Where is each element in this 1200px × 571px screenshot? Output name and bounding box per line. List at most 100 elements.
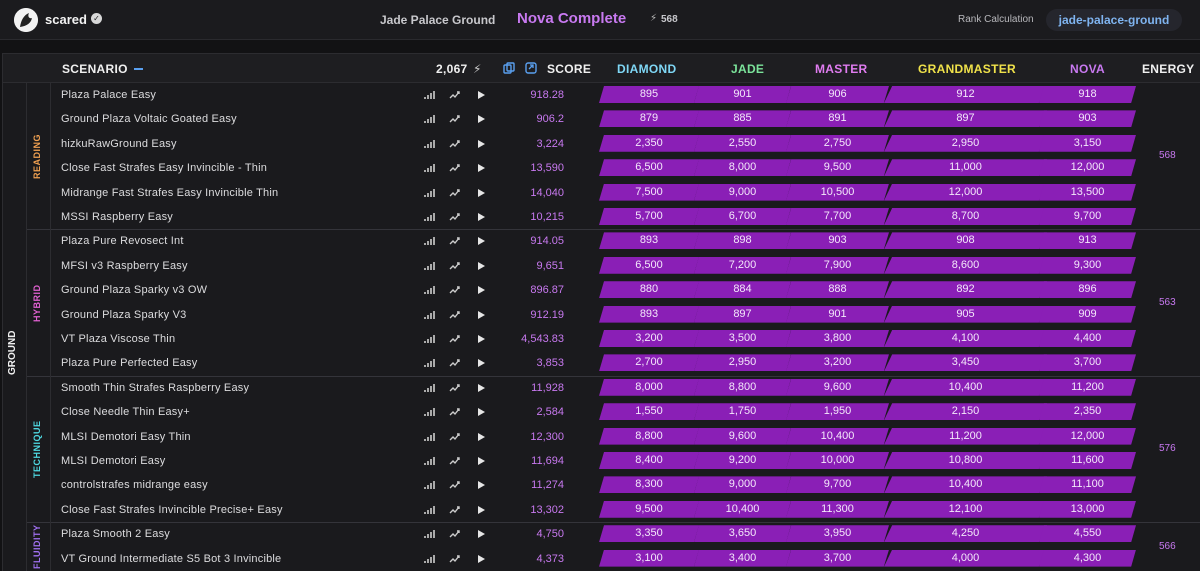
export-icon[interactable] [525, 62, 537, 74]
play-icon[interactable] [475, 162, 487, 174]
table-row[interactable]: Smooth Thin Strafes Raspberry Easy 11,928… [51, 376, 1151, 400]
signal-bars-icon[interactable] [423, 357, 435, 369]
signal-bars-icon[interactable] [423, 162, 435, 174]
trend-up-icon[interactable] [449, 431, 461, 443]
play-icon[interactable] [475, 260, 487, 272]
scenario-name[interactable]: Ground Plaza Voltaic Goated Easy [61, 113, 237, 125]
table-row[interactable]: Plaza Pure Perfected Easy 3,853 2,700 2,950… [51, 351, 1151, 375]
play-icon[interactable] [475, 235, 487, 247]
trend-up-icon[interactable] [449, 333, 461, 345]
trend-up-icon[interactable] [449, 528, 461, 540]
table-row[interactable]: Ground Plaza Sparky V3 912.19 893 897 901 905… [51, 303, 1151, 327]
play-icon[interactable] [475, 431, 487, 443]
table-row[interactable]: MLSI Demotori Easy Thin 12,300 8,800 9,600 1… [51, 425, 1151, 449]
play-icon[interactable] [475, 333, 487, 345]
signal-bars-icon[interactable] [423, 284, 435, 296]
table-row[interactable]: hizkuRawGround Easy 3,224 2,350 2,550 2,750 2… [51, 132, 1151, 156]
scenario-name[interactable]: VT Ground Intermediate S5 Bot 3 Invincib… [61, 553, 281, 565]
play-icon[interactable] [475, 89, 487, 101]
scenario-name[interactable]: Plaza Smooth 2 Easy [61, 528, 170, 540]
table-row[interactable]: Ground Plaza Sparky v3 OW 896.87 880 884 888… [51, 278, 1151, 302]
scenario-name[interactable]: MLSI Demotori Easy Thin [61, 431, 191, 443]
signal-bars-icon[interactable] [423, 138, 435, 150]
signal-bars-icon[interactable] [423, 211, 435, 223]
trend-up-icon[interactable] [449, 504, 461, 516]
table-row[interactable]: Midrange Fast Strafes Easy Invincible Th… [51, 181, 1151, 205]
trend-up-icon[interactable] [449, 162, 461, 174]
scenario-name[interactable]: Close Needle Thin Easy+ [61, 406, 190, 418]
signal-bars-icon[interactable] [423, 528, 435, 540]
signal-bars-icon[interactable] [423, 504, 435, 516]
scenario-name[interactable]: Plaza Pure Perfected Easy [61, 357, 197, 369]
trend-up-icon[interactable] [449, 211, 461, 223]
table-row[interactable]: VT Plaza Viscose Thin 4,543.83 3,200 3,500 3… [51, 327, 1151, 351]
play-icon[interactable] [475, 113, 487, 125]
trend-up-icon[interactable] [449, 235, 461, 247]
trend-up-icon[interactable] [449, 260, 461, 272]
table-row[interactable]: Plaza Palace Easy 918.28 895 901 906 912 918 [51, 83, 1151, 107]
trend-up-icon[interactable] [449, 479, 461, 491]
scenario-name[interactable]: Smooth Thin Strafes Raspberry Easy [61, 382, 249, 394]
trend-up-icon[interactable] [449, 382, 461, 394]
play-icon[interactable] [475, 382, 487, 394]
scenario-name[interactable]: Ground Plaza Sparky V3 [61, 309, 186, 321]
trend-up-icon[interactable] [449, 553, 461, 565]
signal-bars-icon[interactable] [423, 553, 435, 565]
scenario-name[interactable]: MLSI Demotori Easy [61, 455, 165, 467]
table-row[interactable]: Plaza Smooth 2 Easy 4,750 3,350 3,650 3,950 4… [51, 522, 1151, 546]
scenario-name[interactable]: Ground Plaza Sparky v3 OW [61, 284, 207, 296]
table-row[interactable]: MFSI v3 Raspberry Easy 9,651 6,500 7,200 7,9… [51, 254, 1151, 278]
scenario-name[interactable]: Midrange Fast Strafes Easy Invincible Th… [61, 187, 278, 199]
play-icon[interactable] [475, 528, 487, 540]
play-icon[interactable] [475, 187, 487, 199]
trend-up-icon[interactable] [449, 187, 461, 199]
scenario-name[interactable]: Close Fast Strafes Easy Invincible - Thi… [61, 162, 267, 174]
signal-bars-icon[interactable] [423, 89, 435, 101]
table-row[interactable]: MLSI Demotori Easy 11,694 8,400 9,200 10,000… [51, 449, 1151, 473]
play-icon[interactable] [475, 309, 487, 321]
signal-bars-icon[interactable] [423, 309, 435, 321]
trend-up-icon[interactable] [449, 113, 461, 125]
table-row[interactable]: Ground Plaza Voltaic Goated Easy 906.2 879… [51, 107, 1151, 131]
trend-up-icon[interactable] [449, 284, 461, 296]
table-row[interactable]: VT Ground Intermediate S5 Bot 3 Invincib… [51, 547, 1151, 571]
collapse-minus-icon[interactable] [134, 68, 143, 70]
signal-bars-icon[interactable] [423, 113, 435, 125]
signal-bars-icon[interactable] [423, 479, 435, 491]
table-row[interactable]: Plaza Pure Revosect Int 914.05 893 898 903 90… [51, 229, 1151, 253]
table-row[interactable]: Close Needle Thin Easy+ 2,584 1,550 1,750 1,… [51, 400, 1151, 424]
trend-up-icon[interactable] [449, 357, 461, 369]
signal-bars-icon[interactable] [423, 235, 435, 247]
play-icon[interactable] [475, 284, 487, 296]
play-icon[interactable] [475, 211, 487, 223]
signal-bars-icon[interactable] [423, 406, 435, 418]
signal-bars-icon[interactable] [423, 431, 435, 443]
play-icon[interactable] [475, 138, 487, 150]
play-icon[interactable] [475, 357, 487, 369]
trend-up-icon[interactable] [449, 406, 461, 418]
scenario-name[interactable]: controlstrafes midrange easy [61, 479, 208, 491]
scenario-name[interactable]: MFSI v3 Raspberry Easy [61, 260, 188, 272]
username[interactable]: scared [45, 12, 87, 27]
play-icon[interactable] [475, 504, 487, 516]
play-icon[interactable] [475, 479, 487, 491]
scenario-name[interactable]: Close Fast Strafes Invincible Precise+ E… [61, 504, 283, 516]
scenario-name[interactable]: MSSI Raspberry Easy [61, 211, 173, 223]
copy-icon[interactable] [503, 62, 515, 74]
trend-up-icon[interactable] [449, 455, 461, 467]
scenario-name[interactable]: Plaza Pure Revosect Int [61, 235, 184, 247]
play-icon[interactable] [475, 553, 487, 565]
table-row[interactable]: controlstrafes midrange easy 11,274 8,300 9… [51, 473, 1151, 497]
table-row[interactable]: MSSI Raspberry Easy 10,215 5,700 6,700 7,700… [51, 205, 1151, 229]
signal-bars-icon[interactable] [423, 455, 435, 467]
scenario-name[interactable]: Plaza Palace Easy [61, 89, 156, 101]
signal-bars-icon[interactable] [423, 260, 435, 272]
play-icon[interactable] [475, 406, 487, 418]
signal-bars-icon[interactable] [423, 187, 435, 199]
play-icon[interactable] [475, 455, 487, 467]
trend-up-icon[interactable] [449, 89, 461, 101]
scenario-name[interactable]: VT Plaza Viscose Thin [61, 333, 175, 345]
avatar[interactable] [14, 8, 38, 32]
trend-up-icon[interactable] [449, 138, 461, 150]
signal-bars-icon[interactable] [423, 333, 435, 345]
